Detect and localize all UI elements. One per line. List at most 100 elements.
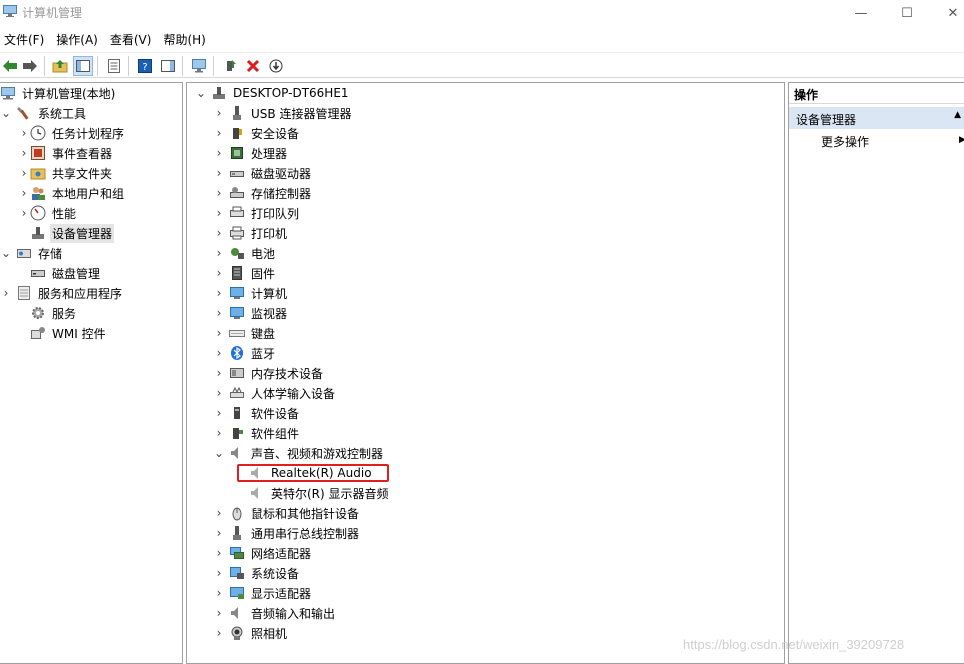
device-category[interactable]: › 存储控制器 [213, 183, 313, 203]
device-category[interactable]: › 处理器 [213, 143, 289, 163]
tree-disk-management[interactable]: 磁盘管理 [18, 263, 102, 283]
tree-root[interactable]: 计算机管理(本地) [0, 83, 117, 103]
device-category[interactable]: › 固件 [213, 263, 277, 283]
tree-event-viewer[interactable]: › 事件查看器 [18, 143, 114, 163]
chevron-right-icon[interactable]: › [213, 603, 225, 623]
tree-performance[interactable]: › 性能 [18, 203, 78, 223]
disable-device-icon[interactable] [266, 56, 286, 76]
scan-hardware-icon[interactable] [189, 56, 209, 76]
device-category[interactable]: › 打印队列 [213, 203, 301, 223]
collapse-up-icon[interactable]: ▲ [954, 110, 961, 120]
update-driver-icon[interactable] [220, 56, 240, 76]
tree-storage[interactable]: ⌄ 存储 [0, 243, 64, 263]
device-category[interactable]: › 音频输入和输出 [213, 603, 337, 623]
tree-services[interactable]: 服务 [18, 303, 78, 323]
chevron-right-icon[interactable]: › [213, 623, 225, 643]
chevron-right-icon[interactable]: › [213, 183, 225, 203]
device-category[interactable]: › 人体学输入设备 [213, 383, 337, 403]
chevron-right-icon[interactable]: › [213, 363, 225, 383]
chevron-down-icon[interactable]: ⌄ [0, 103, 12, 123]
chevron-down-icon[interactable]: ⌄ [0, 243, 12, 263]
device-category[interactable]: › 软件组件 [213, 423, 301, 443]
chevron-right-icon[interactable]: › [213, 383, 225, 403]
device-category[interactable]: › 鼠标和其他指针设备 [213, 503, 361, 523]
actions-section-device-manager[interactable]: 设备管理器 ▲ [789, 107, 964, 129]
device-category[interactable]: › 蓝牙 [213, 343, 277, 363]
forward-arrow-icon[interactable] [20, 56, 40, 76]
menu-file[interactable]: 文件(F) [0, 28, 52, 50]
device-category[interactable]: › 内存技术设备 [213, 363, 325, 383]
device-category[interactable]: › USB 连接器管理器 [213, 103, 353, 123]
chevron-down-icon[interactable]: ⌄ [195, 83, 207, 103]
more-actions[interactable]: 更多操作 [821, 133, 869, 150]
device-intel-display-audio[interactable]: 英特尔(R) 显示器音频 [249, 483, 391, 503]
menu-help[interactable]: 帮助(H) [159, 28, 213, 50]
storage-icon [16, 245, 32, 261]
svg-text:?: ? [142, 62, 147, 73]
chevron-right-icon[interactable]: › [18, 183, 30, 203]
chevron-right-icon[interactable]: › [213, 123, 225, 143]
device-category[interactable]: › 计算机 [213, 283, 289, 303]
chevron-right-icon[interactable]: › [213, 563, 225, 583]
tree-system-tools[interactable]: ⌄ 系统工具 [0, 103, 88, 123]
device-category[interactable]: ⌄ 声音、视频和游戏控制器 [213, 443, 385, 463]
chevron-right-icon[interactable]: › [213, 523, 225, 543]
watermark: https://blog.csdn.net/weixin_39209728 [683, 637, 905, 652]
chevron-right-icon[interactable]: › [213, 303, 225, 323]
chevron-right-icon[interactable]: › [213, 543, 225, 563]
menu-action[interactable]: 操作(A) [52, 28, 106, 50]
chevron-right-icon[interactable]: › [18, 163, 30, 183]
chevron-right-icon[interactable]: › [18, 123, 30, 143]
chevron-right-icon[interactable]: › [213, 323, 225, 343]
up-folder-icon[interactable] [50, 56, 70, 76]
device-category[interactable]: › 打印机 [213, 223, 289, 243]
device-category[interactable]: › 显示适配器 [213, 583, 313, 603]
expand-right-icon[interactable]: ▶ [959, 135, 964, 145]
chevron-right-icon[interactable]: › [0, 283, 12, 303]
tree-services-apps[interactable]: › 服务和应用程序 [0, 283, 124, 303]
chevron-down-icon[interactable]: ⌄ [213, 443, 225, 463]
minimize-button[interactable]: — [838, 0, 884, 26]
chevron-right-icon[interactable]: › [213, 583, 225, 603]
close-button[interactable]: ✕ [930, 0, 964, 26]
chevron-right-icon[interactable]: › [213, 163, 225, 183]
uninstall-device-icon[interactable] [243, 56, 263, 76]
chevron-right-icon[interactable]: › [213, 243, 225, 263]
device-category[interactable]: › 通用串行总线控制器 [213, 523, 361, 543]
properties-icon[interactable] [104, 56, 124, 76]
chevron-right-icon[interactable]: › [18, 203, 30, 223]
chevron-right-icon[interactable]: › [213, 503, 225, 523]
device-category[interactable]: › 键盘 [213, 323, 277, 343]
device-category[interactable]: › 监视器 [213, 303, 289, 323]
device-category[interactable]: › 电池 [213, 243, 277, 263]
show-tree-icon[interactable] [73, 56, 93, 76]
device-root[interactable]: ⌄ DESKTOP-DT66HE1 [195, 83, 351, 103]
device-category[interactable]: › 磁盘驱动器 [213, 163, 313, 183]
show-action-pane-icon[interactable] [158, 56, 178, 76]
device-category[interactable]: › 照相机 [213, 623, 289, 643]
chevron-right-icon[interactable]: › [213, 263, 225, 283]
chevron-right-icon[interactable]: › [213, 343, 225, 363]
chevron-right-icon[interactable]: › [213, 283, 225, 303]
maximize-button[interactable]: ☐ [884, 0, 930, 26]
device-category[interactable]: › 安全设备 [213, 123, 301, 143]
chevron-right-icon[interactable]: › [213, 103, 225, 123]
device-category[interactable]: › 系统设备 [213, 563, 301, 583]
computer-icon [229, 285, 245, 301]
back-arrow-icon[interactable] [0, 56, 20, 76]
tree-device-manager[interactable]: 设备管理器 [18, 223, 115, 243]
chevron-right-icon[interactable]: › [18, 143, 30, 163]
chevron-right-icon[interactable]: › [213, 203, 225, 223]
device-category[interactable]: › 软件设备 [213, 403, 301, 423]
chevron-right-icon[interactable]: › [213, 143, 225, 163]
tree-task-scheduler[interactable]: › 任务计划程序 [18, 123, 126, 143]
tree-local-users-groups[interactable]: › 本地用户和组 [18, 183, 126, 203]
chevron-right-icon[interactable]: › [213, 403, 225, 423]
device-category[interactable]: › 网络适配器 [213, 543, 313, 563]
menu-view[interactable]: 查看(V) [106, 28, 160, 50]
tree-wmi-control[interactable]: WMI 控件 [18, 323, 108, 343]
tree-shared-folders[interactable]: › 共享文件夹 [18, 163, 114, 183]
chevron-right-icon[interactable]: › [213, 423, 225, 443]
chevron-right-icon[interactable]: › [213, 223, 225, 243]
help-icon[interactable]: ? [135, 56, 155, 76]
